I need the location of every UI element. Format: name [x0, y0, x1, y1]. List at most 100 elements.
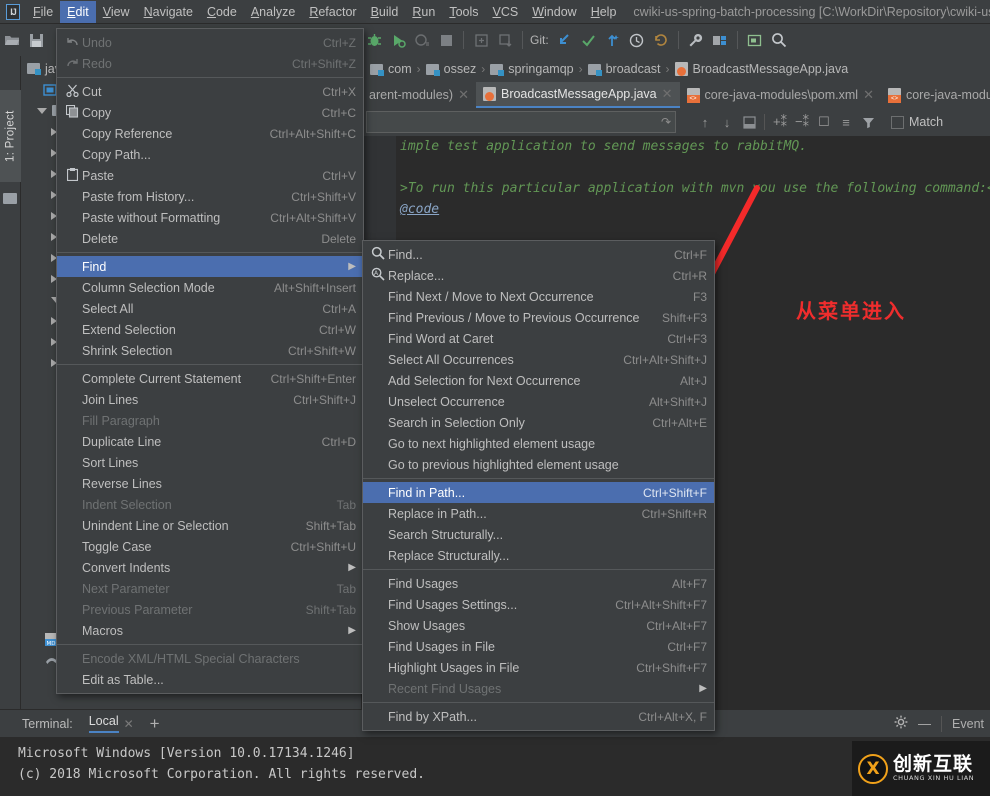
breadcrumb-item[interactable]: springamqp: [490, 62, 573, 76]
menu-item-join-lines[interactable]: Join LinesCtrl+Shift+J: [57, 389, 363, 410]
editor-tab[interactable]: core-java-modules✕: [881, 82, 990, 108]
menu-item-replace-structurally[interactable]: Replace Structurally...: [363, 545, 714, 566]
menu-item-complete-current-statement[interactable]: Complete Current StatementCtrl+Shift+Ent…: [57, 368, 363, 389]
menubar-item-file[interactable]: File: [26, 1, 60, 23]
terminal-tab-local[interactable]: Local: [89, 714, 119, 733]
menubar-item-refactor[interactable]: Refactor: [302, 1, 363, 23]
git-history-icon[interactable]: [625, 28, 649, 52]
menu-item-paste[interactable]: PasteCtrl+V: [57, 165, 363, 186]
menu-item-go-to-next-highlighted-element-usage[interactable]: Go to next highlighted element usage: [363, 433, 714, 454]
select-all-occurrences-icon[interactable]: ☐: [813, 111, 835, 133]
menubar-item-tools[interactable]: Tools: [442, 1, 485, 23]
menubar-item-window[interactable]: Window: [525, 1, 583, 23]
close-tab-icon[interactable]: ✕: [863, 87, 874, 103]
menu-item-find-next-move-to-next-occurrence[interactable]: Find Next / Move to Next OccurrenceF3: [363, 286, 714, 307]
chevron-down-icon[interactable]: [37, 108, 47, 114]
search-everywhere-icon[interactable]: [767, 28, 791, 52]
close-icon[interactable]: ✕: [124, 717, 134, 731]
menu-item-unindent-line-or-selection[interactable]: Unindent Line or SelectionShift+Tab: [57, 515, 363, 536]
menu-item-unselect-occurrence[interactable]: Unselect OccurrenceAlt+Shift+J: [363, 391, 714, 412]
regex-toggle-icon[interactable]: ↷: [661, 115, 671, 129]
menu-item-copy-reference[interactable]: Copy ReferenceCtrl+Alt+Shift+C: [57, 123, 363, 144]
minimize-icon[interactable]: —: [918, 716, 931, 731]
search-in-selection-icon[interactable]: ≡: [835, 111, 857, 133]
debug-icon[interactable]: [362, 28, 386, 52]
menu-item-select-all-occurrences[interactable]: Select All OccurrencesCtrl+Alt+Shift+J: [363, 349, 714, 370]
menu-item-select-all[interactable]: Select AllCtrl+A: [57, 298, 363, 319]
menu-item-paste-without-formatting[interactable]: Paste without FormattingCtrl+Alt+Shift+V: [57, 207, 363, 228]
add-terminal-button[interactable]: +: [150, 717, 160, 731]
open-in-find-window-icon[interactable]: [738, 111, 760, 133]
menubar-item-navigate[interactable]: Navigate: [137, 1, 200, 23]
menu-item-find-usages-in-file[interactable]: Find Usages in FileCtrl+F7: [363, 636, 714, 657]
menu-item-convert-indents[interactable]: Convert Indents▶: [57, 557, 363, 578]
save-icon[interactable]: [24, 28, 48, 52]
menu-item-find-usages[interactable]: Find UsagesAlt+F7: [363, 573, 714, 594]
editor-tab[interactable]: BroadcastMessageApp.java✕: [476, 82, 680, 108]
add-line-icon[interactable]: +⁑: [769, 111, 791, 133]
menu-item-search-in-selection-only[interactable]: Search in Selection OnlyCtrl+Alt+E: [363, 412, 714, 433]
breadcrumb-item[interactable]: BroadcastMessageApp.java: [675, 62, 849, 76]
search-input[interactable]: ↷: [366, 111, 676, 133]
open-folder-icon[interactable]: [0, 28, 24, 52]
find-next-icon[interactable]: ↓: [716, 111, 738, 133]
git-commit-check-icon[interactable]: [577, 28, 601, 52]
menu-item-duplicate-line[interactable]: Duplicate LineCtrl+D: [57, 431, 363, 452]
menu-item-shrink-selection[interactable]: Shrink SelectionCtrl+Shift+W: [57, 340, 363, 361]
menu-item-search-structurally[interactable]: Search Structurally...: [363, 524, 714, 545]
terminal-toggle-icon[interactable]: [743, 28, 767, 52]
menu-item-replace[interactable]: AReplace...Ctrl+R: [363, 265, 714, 286]
run-with-coverage-icon[interactable]: [386, 28, 410, 52]
menubar-item-run[interactable]: Run: [405, 1, 442, 23]
sidebar-item-project[interactable]: 1: Project: [0, 90, 21, 182]
close-tab-icon[interactable]: ✕: [662, 86, 673, 102]
menu-item-find[interactable]: Find▶: [57, 256, 363, 277]
match-case-checkbox[interactable]: [891, 116, 904, 129]
menu-item-paste-from-history[interactable]: Paste from History...Ctrl+Shift+V: [57, 186, 363, 207]
menu-item-show-usages[interactable]: Show UsagesCtrl+Alt+F7: [363, 615, 714, 636]
menu-item-find-previous-move-to-previous-occurrence[interactable]: Find Previous / Move to Previous Occurre…: [363, 307, 714, 328]
menubar-item-vcs[interactable]: VCS: [486, 1, 526, 23]
menu-item-go-to-previous-highlighted-element-usage[interactable]: Go to previous highlighted element usage: [363, 454, 714, 475]
remove-line-icon[interactable]: −⁑: [791, 111, 813, 133]
breadcrumb-item[interactable]: broadcast: [588, 62, 661, 76]
menu-item-delete[interactable]: DeleteDelete: [57, 228, 363, 249]
menu-item-edit-as-table[interactable]: Edit as Table...: [57, 669, 363, 690]
menu-item-sort-lines[interactable]: Sort Lines: [57, 452, 363, 473]
event-log-label[interactable]: Event: [952, 717, 984, 731]
menu-item-macros[interactable]: Macros▶: [57, 620, 363, 641]
menu-item-replace-in-path[interactable]: Replace in Path...Ctrl+Shift+R: [363, 503, 714, 524]
menu-item-highlight-usages-in-file[interactable]: Highlight Usages in FileCtrl+Shift+F7: [363, 657, 714, 678]
menubar-item-code[interactable]: Code: [200, 1, 244, 23]
menubar-item-view[interactable]: View: [96, 1, 137, 23]
menu-item-column-selection-mode[interactable]: Column Selection ModeAlt+Shift+Insert: [57, 277, 363, 298]
menu-item-find-word-at-caret[interactable]: Find Word at CaretCtrl+F3: [363, 328, 714, 349]
git-update-icon[interactable]: [553, 28, 577, 52]
menubar-item-edit[interactable]: Edit: [60, 1, 96, 23]
settings-wrench-icon[interactable]: [684, 28, 708, 52]
menu-item-copy-path[interactable]: Copy Path...: [57, 144, 363, 165]
menu-item-cut[interactable]: CutCtrl+X: [57, 81, 363, 102]
menu-item-reverse-lines[interactable]: Reverse Lines: [57, 473, 363, 494]
breadcrumb-item[interactable]: ossez: [426, 62, 477, 76]
menu-item-find-by-xpath[interactable]: Find by XPath...Ctrl+Alt+X, F: [363, 706, 714, 727]
menubar-item-build[interactable]: Build: [364, 1, 406, 23]
editor-tab[interactable]: core-java-modules\pom.xml✕: [680, 82, 881, 108]
menu-item-find[interactable]: Find...Ctrl+F: [363, 244, 714, 265]
menu-item-find-in-path[interactable]: Find in Path...Ctrl+Shift+F: [363, 482, 714, 503]
project-structure-icon[interactable]: [708, 28, 732, 52]
terminal-output[interactable]: Microsoft Windows [Version 10.0.17134.12…: [0, 737, 990, 796]
menu-item-toggle-case[interactable]: Toggle CaseCtrl+Shift+U: [57, 536, 363, 557]
menu-item-add-selection-for-next-occurrence[interactable]: Add Selection for Next OccurrenceAlt+J: [363, 370, 714, 391]
breadcrumb-item[interactable]: com: [370, 62, 412, 76]
find-previous-icon[interactable]: ↑: [694, 111, 716, 133]
close-tab-icon[interactable]: ✕: [458, 87, 469, 103]
git-push-icon[interactable]: [601, 28, 625, 52]
menu-item-extend-selection[interactable]: Extend SelectionCtrl+W: [57, 319, 363, 340]
menubar-item-analyze[interactable]: Analyze: [244, 1, 302, 23]
menu-item-copy[interactable]: CopyCtrl+C: [57, 102, 363, 123]
filter-icon[interactable]: [857, 111, 879, 133]
editor-tab[interactable]: arent-modules)✕: [362, 82, 476, 108]
menubar-item-help[interactable]: Help: [584, 1, 624, 23]
gear-icon[interactable]: [894, 715, 908, 732]
